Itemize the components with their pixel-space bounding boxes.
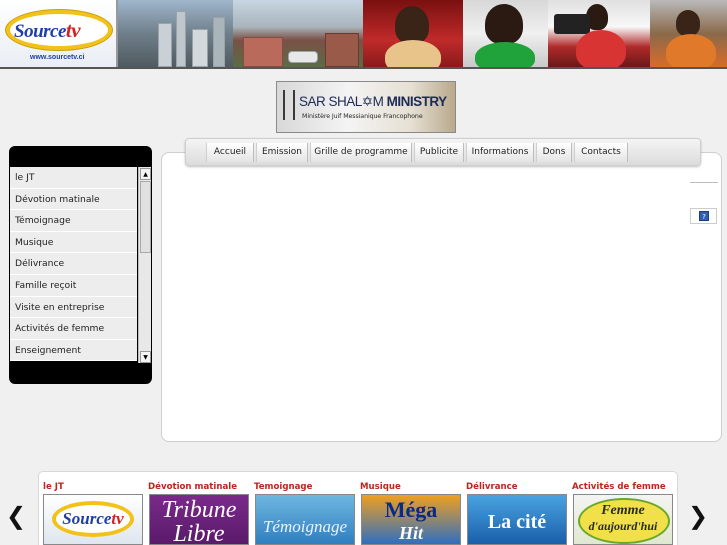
- scroll-up-arrow-icon[interactable]: ▲: [140, 168, 151, 180]
- thumb-logo-text: Sourcetv: [62, 509, 124, 528]
- thumb-title: Témoignage: [262, 517, 348, 536]
- sponsor-title: SAR SHAL✡M MINISTRY: [299, 94, 447, 109]
- menu-item-temoignage[interactable]: Témoignage: [10, 210, 137, 232]
- menu-item-le-jt[interactable]: le JT: [10, 167, 137, 189]
- worker-photo: [650, 0, 727, 67]
- carousel-thumb-le-jt[interactable]: Sourcetv: [43, 494, 143, 545]
- nav-grille-de-programme[interactable]: Grille de programme: [310, 143, 412, 162]
- thumb-subtitle: d'aujourd'hui: [588, 519, 658, 533]
- menu-item-devotion-matinale[interactable]: Dévotion matinale: [10, 188, 137, 211]
- nav-informations[interactable]: Informations: [466, 143, 534, 162]
- thumb-subtitle: Hit: [398, 523, 423, 543]
- carousel-prev-arrow-icon[interactable]: ❮: [4, 502, 28, 530]
- nav-dons[interactable]: Dons: [536, 143, 572, 162]
- site-logo[interactable]: Sourcetv www.sourcetv.ci: [0, 0, 118, 67]
- carousel-label-devotion-matinale[interactable]: Dévotion matinale: [148, 482, 237, 492]
- menu-item-delivrance[interactable]: Délivrance: [10, 253, 137, 275]
- carousel-next-arrow-icon[interactable]: ❯: [686, 502, 710, 530]
- nav-emission[interactable]: Emission: [256, 143, 308, 162]
- content-divider: [690, 182, 718, 183]
- presenter-photo-2: [463, 0, 548, 67]
- scroll-down-arrow-icon[interactable]: ▼: [140, 351, 151, 363]
- presenter-photo-1: [363, 0, 463, 67]
- thumb-subtitle: Libre: [173, 521, 225, 545]
- logo-url: www.sourcetv.ci: [30, 54, 85, 61]
- main-content-panel: [161, 152, 722, 442]
- carousel-label-activites-de-femme[interactable]: Activités de femme: [572, 482, 666, 492]
- help-icon: ?: [699, 211, 709, 221]
- carousel-thumb-temoignage[interactable]: Témoignage: [255, 494, 355, 545]
- carousel-label-temoignage[interactable]: Temoignage: [254, 482, 312, 492]
- left-emission-menu: le JT Dévotion matinale Témoignage Musiq…: [9, 146, 152, 384]
- menu-item-enseignement[interactable]: Enseignement: [10, 339, 137, 362]
- city-photo: [118, 0, 233, 67]
- nav-accueil[interactable]: Accueil: [206, 143, 254, 162]
- cameraman-photo: [548, 0, 650, 67]
- scroll-thumb[interactable]: [140, 181, 151, 253]
- carousel-thumb-devotion-matinale[interactable]: Tribune Libre: [149, 494, 249, 545]
- header-banner: Sourcetv www.sourcetv.ci: [0, 0, 727, 69]
- sponsor-banner[interactable]: SAR SHAL✡M MINISTRY Ministère Juif Messi…: [276, 81, 456, 133]
- carousel-thumb-delivrance[interactable]: La cité: [467, 494, 567, 545]
- thumb-title: La cité: [487, 511, 547, 533]
- menorah-icon: [283, 90, 295, 120]
- menu-item-musique[interactable]: Musique: [10, 231, 137, 254]
- help-button[interactable]: ?: [690, 208, 717, 224]
- carousel-thumb-musique[interactable]: Méga Hit: [361, 494, 461, 545]
- menu-item-visite-en-entreprise[interactable]: Visite en entreprise: [10, 296, 137, 319]
- street-photo: [233, 0, 363, 67]
- logo-wordmark: Sourcetv: [14, 18, 81, 42]
- menu-item-activites-de-femme[interactable]: Activités de femme: [10, 318, 137, 340]
- menu-item-famille-recoit[interactable]: Famille reçoit: [10, 274, 137, 297]
- carousel-label-musique[interactable]: Musique: [360, 482, 401, 492]
- carousel-thumb-activites-de-femme[interactable]: Femme d'aujourd'hui: [573, 494, 673, 545]
- nav-publicite[interactable]: Publicite: [414, 143, 464, 162]
- carousel-label-delivrance[interactable]: Délivrance: [466, 482, 518, 492]
- thumb-title: Tribune: [161, 497, 237, 523]
- sponsor-subtitle: Ministère Juif Messianique Francophone: [302, 113, 423, 120]
- emission-list: le JT Dévotion matinale Témoignage Musiq…: [10, 167, 137, 362]
- menu-scrollbar[interactable]: ▲ ▼: [138, 167, 151, 363]
- nav-contacts[interactable]: Contacts: [574, 143, 628, 162]
- carousel-label-le-jt[interactable]: le JT: [43, 482, 64, 492]
- thumb-title: Femme: [601, 503, 645, 518]
- top-navigation: Accueil Emission Grille de programme Pub…: [185, 138, 701, 166]
- thumb-title: Méga: [384, 497, 438, 522]
